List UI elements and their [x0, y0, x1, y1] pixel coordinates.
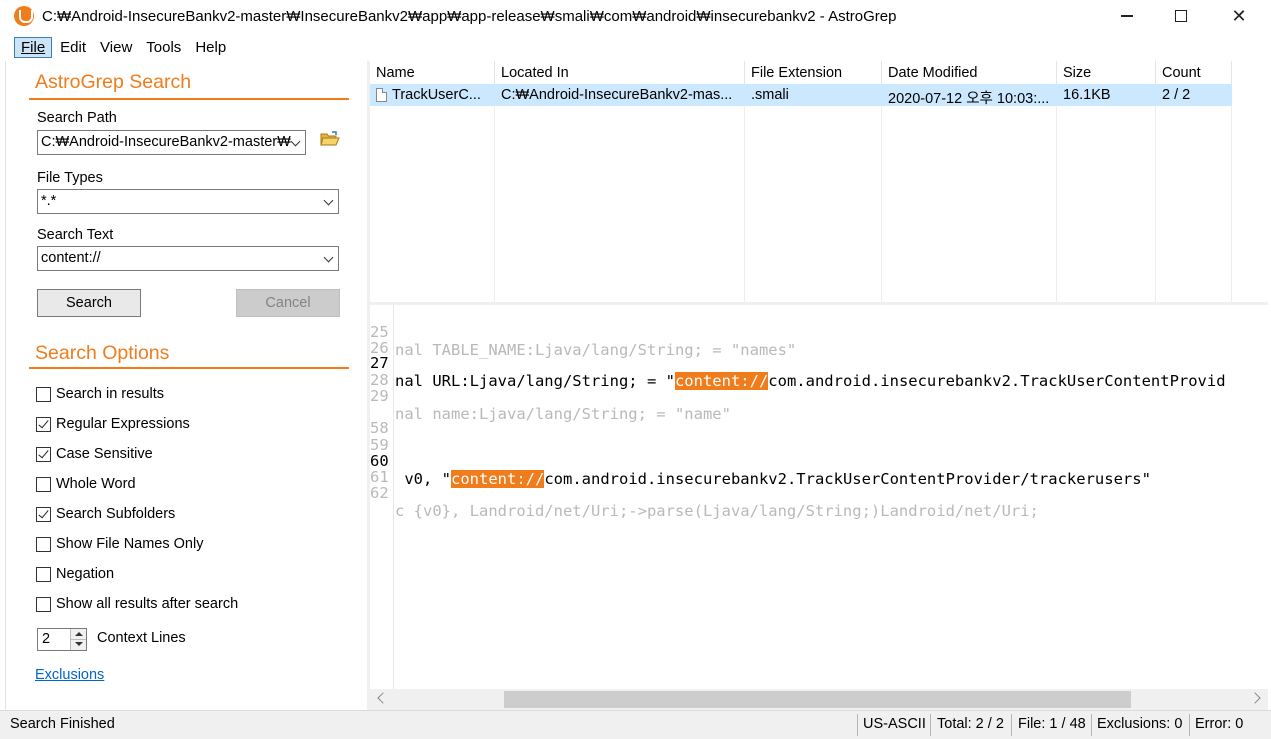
status-bar: Search Finished US-ASCII Total: 2 / 2 Fi…: [0, 710, 1271, 739]
checkbox[interactable]: [36, 386, 51, 402]
column-header-file-extension[interactable]: File Extension: [745, 61, 882, 84]
status-total: Total: 2 / 2: [937, 716, 1004, 732]
cell-size: 16.1KB: [1063, 87, 1111, 103]
column-header-located-in[interactable]: Located In: [495, 61, 745, 84]
cell-extension: .smali: [751, 87, 789, 103]
checkbox-checked[interactable]: [36, 446, 51, 462]
search-text-label: Search Text: [37, 227, 114, 243]
search-panel: AstroGrep Search Search Path C:₩Android-…: [5, 61, 367, 710]
cell-located-in: C:₩Android-InsecureBankv2-mas...: [501, 87, 733, 103]
column-header-name[interactable]: Name: [370, 61, 495, 84]
scroll-left-icon[interactable]: [377, 692, 389, 704]
checkbox[interactable]: [36, 596, 51, 612]
file-preview[interactable]: 25 nal TABLE_NAME:Ljava/lang/String; = "…: [370, 305, 1268, 689]
chevron-down-icon: [290, 136, 301, 147]
astrogrep-logo-icon: [14, 6, 34, 26]
folder-open-icon[interactable]: [320, 131, 340, 147]
cell-date-modified: 2020-07-12 오후 10:03:...: [888, 91, 1050, 107]
file-types-label: File Types: [37, 170, 103, 186]
context-lines-value: 2: [42, 631, 51, 647]
status-divider: [1091, 714, 1092, 736]
menu-view[interactable]: View: [94, 38, 138, 57]
horizontal-scrollbar[interactable]: [370, 689, 1268, 710]
options-heading: Search Options: [35, 342, 170, 364]
checkbox[interactable]: [36, 566, 51, 582]
search-text-combo[interactable]: content://: [37, 246, 339, 271]
option-regular-expressions[interactable]: Regular Expressions: [36, 414, 190, 434]
menu-edit[interactable]: Edit: [54, 38, 92, 57]
chevron-down-icon: [323, 195, 334, 206]
column-header-date-modified[interactable]: Date Modified: [882, 61, 1057, 84]
maximize-button[interactable]: [1152, 0, 1210, 32]
option-case-sensitive[interactable]: Case Sensitive: [36, 444, 153, 464]
status-divider: [930, 714, 931, 736]
checkbox[interactable]: [36, 476, 51, 492]
status-divider: [1189, 714, 1190, 736]
option-negation[interactable]: Negation: [36, 564, 114, 584]
menu-bar: File Edit View Tools Help: [0, 35, 1271, 59]
close-icon: ✕: [1231, 5, 1247, 26]
minimize-button[interactable]: [1098, 0, 1156, 32]
search-path-label: Search Path: [37, 110, 117, 126]
column-divider: [1056, 84, 1057, 302]
status-message: Search Finished: [10, 716, 115, 732]
column-divider: [1231, 84, 1232, 302]
cancel-button[interactable]: Cancel: [236, 289, 340, 317]
context-lines-label: Context Lines: [97, 630, 186, 646]
column-header-count[interactable]: Count: [1156, 61, 1232, 84]
scrollbar-thumb[interactable]: [504, 691, 1131, 708]
maximize-icon: [1175, 10, 1187, 22]
column-divider: [881, 84, 882, 302]
status-divider: [857, 714, 858, 736]
exclusions-link[interactable]: Exclusions: [35, 667, 104, 683]
stepper-down-icon[interactable]: [70, 639, 86, 650]
window-title: C:₩Android-InsecureBankv2-master₩Insecur…: [42, 7, 897, 25]
match-highlight: content://: [674, 372, 769, 390]
option-search-subfolders[interactable]: Search Subfolders: [36, 504, 175, 524]
option-whole-word[interactable]: Whole Word: [36, 474, 136, 494]
options-heading-divider: [29, 367, 349, 369]
column-divider: [1155, 84, 1156, 302]
search-path-combo[interactable]: C:₩Android-InsecureBankv2-master₩: [37, 130, 306, 155]
file-types-value: *.*: [41, 193, 57, 209]
context-lines-stepper[interactable]: 2: [37, 628, 87, 651]
column-divider: [744, 84, 745, 302]
minimize-icon: [1121, 15, 1133, 17]
preview-line: 62 c {v0}, Landroid/net/Uri;->parse(Ljav…: [370, 484, 1039, 520]
menu-help[interactable]: Help: [189, 38, 232, 57]
cell-count: 2 / 2: [1162, 87, 1191, 103]
chevron-down-icon: [323, 252, 334, 263]
title-bar: C:₩Android-InsecureBankv2-master₩Insecur…: [0, 0, 1271, 32]
close-button[interactable]: ✕: [1210, 0, 1268, 32]
option-show-file-names-only[interactable]: Show File Names Only: [36, 534, 203, 554]
results-list: Name Located In File Extension Date Modi…: [370, 61, 1268, 302]
search-heading-divider: [29, 98, 349, 100]
option-show-all-results[interactable]: Show all results after search: [36, 594, 238, 614]
option-search-in-results[interactable]: Search in results: [36, 384, 164, 404]
status-file: File: 1 / 48: [1018, 716, 1086, 732]
search-heading: AstroGrep Search: [35, 71, 192, 93]
stepper-up-icon[interactable]: [70, 629, 86, 640]
file-icon: [376, 88, 387, 102]
match-highlight: content://: [451, 470, 545, 488]
menu-tools[interactable]: Tools: [140, 38, 187, 57]
search-path-value: C:₩Android-InsecureBankv2-master₩: [41, 134, 291, 150]
cell-name: TrackUserC...: [392, 87, 481, 103]
search-button[interactable]: Search: [37, 289, 141, 317]
checkbox-checked[interactable]: [36, 416, 51, 432]
search-text-value: content://: [41, 250, 101, 266]
checkbox[interactable]: [36, 536, 51, 552]
status-exclusions: Exclusions: 0: [1097, 716, 1183, 732]
status-error: Error: 0: [1195, 716, 1244, 732]
file-types-combo[interactable]: *.*: [37, 189, 339, 214]
column-header-size[interactable]: Size: [1057, 61, 1156, 84]
column-divider: [494, 84, 495, 302]
checkbox-checked[interactable]: [36, 506, 51, 522]
status-divider: [1011, 714, 1012, 736]
menu-file[interactable]: File: [14, 36, 53, 58]
scroll-right-icon[interactable]: [1249, 692, 1261, 704]
status-encoding: US-ASCII: [863, 716, 926, 732]
